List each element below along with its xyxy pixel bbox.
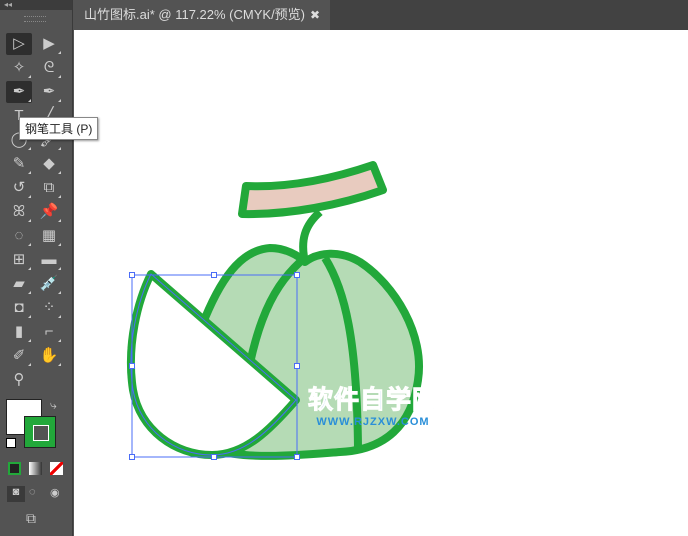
handle — [129, 454, 135, 460]
handle — [294, 363, 300, 369]
watermark-en: WWW.RJZXW.COM — [316, 416, 430, 428]
tooltip: 钢笔工具 (P) — [19, 117, 99, 140]
handle — [294, 272, 300, 278]
handle — [129, 272, 135, 278]
leaf — [238, 161, 387, 219]
handle — [211, 272, 217, 278]
handle — [129, 363, 135, 369]
handle — [211, 454, 217, 460]
artwork[interactable] — [0, 0, 688, 536]
watermark: 软件自学网 WWW.RJZXW.COM — [307, 380, 439, 429]
watermark-cn: 软件自学网 — [307, 386, 439, 415]
handle — [294, 454, 300, 460]
